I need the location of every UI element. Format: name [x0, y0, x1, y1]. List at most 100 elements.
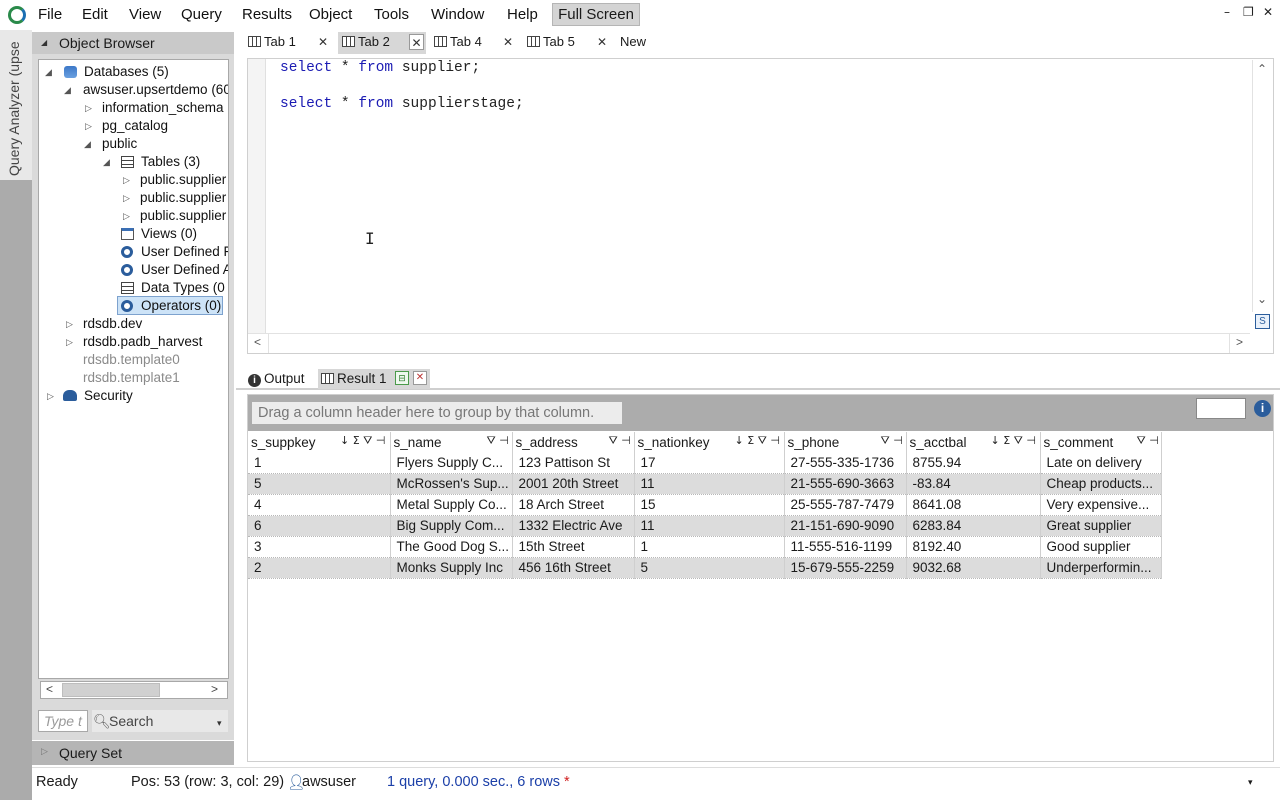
menu-edit[interactable]: Edit	[82, 6, 108, 23]
column-header-s-phone[interactable]: s_phone ⛛ ⊣	[784, 432, 907, 452]
close-window-icon[interactable]: ✕	[1263, 5, 1273, 19]
sort-sum-filter-pin-icons[interactable]: ↓ Σ ⛛ ⊣	[735, 434, 780, 448]
table-cell-s-suppkey[interactable]: 5	[248, 473, 391, 495]
close-tab-icon[interactable]: ✕	[409, 34, 424, 50]
tree-table-item[interactable]: public.supplier	[140, 189, 226, 207]
table-cell-s-comment[interactable]: Very expensive...	[1040, 494, 1162, 516]
table-cell-s-name[interactable]: The Good Dog S...	[390, 536, 513, 558]
filter-pin-icons[interactable]: ⛛ ⊣	[1137, 434, 1159, 448]
table-row[interactable]: 1 Flyers Supply C... 123 Pattison St 17 27-5…	[248, 452, 1162, 474]
menu-window[interactable]: Window	[431, 6, 484, 23]
menu-object[interactable]: Object	[309, 6, 352, 23]
expand-icon[interactable]: ▷	[41, 746, 48, 757]
sort-sum-filter-pin-icons[interactable]: ↓ Σ ⛛ ⊣	[991, 434, 1036, 448]
query-set-header[interactable]: ▷ Query Set	[32, 741, 234, 765]
table-cell-s-acctbal[interactable]: 9032.68	[906, 557, 1041, 579]
scrollbar-thumb[interactable]	[62, 683, 160, 697]
collapsed-triangle-icon[interactable]: ▷	[123, 207, 130, 225]
menu-results[interactable]: Results	[242, 6, 292, 23]
close-tab-icon[interactable]: ✕	[318, 32, 328, 52]
collapsed-triangle-icon[interactable]: ▷	[123, 189, 130, 207]
expanded-triangle-icon[interactable]: ◢	[84, 135, 91, 153]
dropdown-arrow-icon[interactable]: ▾	[217, 712, 222, 734]
column-header-s-suppkey[interactable]: s_suppkey ↓ Σ ⛛ ⊣	[248, 432, 391, 452]
tab-new[interactable]: New	[620, 32, 660, 54]
collapsed-triangle-icon[interactable]: ▷	[85, 99, 92, 117]
table-cell-s-address[interactable]: 18 Arch Street	[512, 494, 635, 516]
table-cell-s-suppkey[interactable]: 6	[248, 515, 391, 537]
grid-info-icon[interactable]: i	[1254, 400, 1271, 417]
column-header-s-nationkey[interactable]: s_nationkey ↓ Σ ⛛ ⊣	[634, 432, 785, 452]
table-cell-s-name[interactable]: McRossen's Sup...	[390, 473, 513, 495]
close-tab-icon[interactable]: ✕	[413, 371, 427, 385]
table-cell-s-address[interactable]: 456 16th Street	[512, 557, 635, 579]
restore-icon[interactable]: ❐	[1243, 5, 1254, 19]
menu-help[interactable]: Help	[507, 6, 538, 23]
menu-view[interactable]: View	[129, 6, 161, 23]
table-row[interactable]: 3 The Good Dog S... 15th Street 1 11-555-516…	[248, 536, 1162, 558]
table-cell-s-comment[interactable]: Underperformin...	[1040, 557, 1162, 579]
filter-pin-icons[interactable]: ⛛ ⊣	[487, 434, 509, 448]
collapsed-triangle-icon[interactable]: ▷	[123, 171, 130, 189]
table-row[interactable]: 4 Metal Supply Co... 18 Arch Street 15 25-55…	[248, 494, 1162, 516]
tree-awsuser-db[interactable]: awsuser.upsertdemo (60	[83, 81, 228, 99]
table-cell-s-nationkey[interactable]: 1	[634, 536, 785, 558]
tab-4[interactable]: Tab 4 ✕	[434, 32, 522, 54]
tree-pg-catalog[interactable]: pg_catalog	[102, 117, 168, 135]
collapsed-triangle-icon[interactable]: ▷	[47, 387, 54, 405]
column-header-s-comment[interactable]: s_comment ⛛ ⊣	[1040, 432, 1162, 452]
menu-file[interactable]: File	[38, 6, 62, 23]
table-cell-s-address[interactable]: 123 Pattison St	[512, 452, 635, 474]
table-cell-s-comment[interactable]: Cheap products...	[1040, 473, 1162, 495]
table-cell-s-suppkey[interactable]: 1	[248, 452, 391, 474]
menu-query[interactable]: Query	[181, 6, 222, 23]
tree-operators[interactable]: Operators (0)	[141, 297, 221, 315]
tab-5[interactable]: Tab 5 ✕	[527, 32, 615, 54]
table-cell-s-nationkey[interactable]: 15	[634, 494, 785, 516]
expanded-triangle-icon[interactable]: ◢	[103, 153, 110, 171]
table-cell-s-suppkey[interactable]: 3	[248, 536, 391, 558]
table-cell-s-address[interactable]: 15th Street	[512, 536, 635, 558]
editor-vertical-scrollbar[interactable]: ⌃ ⌄	[1252, 60, 1272, 312]
collapsed-triangle-icon[interactable]: ▷	[85, 117, 92, 135]
tab-result-1[interactable]: Result 1 ⊟ ✕	[318, 369, 430, 389]
tree-views[interactable]: Views (0)	[141, 225, 197, 243]
minimize-icon[interactable]: –	[1224, 5, 1230, 19]
table-cell-s-nationkey[interactable]: 11	[634, 473, 785, 495]
column-header-s-name[interactable]: s_name ⛛ ⊣	[390, 432, 513, 452]
object-search-button[interactable]: 🔍︎ Search ▾	[92, 710, 228, 732]
tab-2[interactable]: Tab 2 ✕	[338, 32, 426, 54]
table-cell-s-suppkey[interactable]: 4	[248, 494, 391, 516]
table-cell-s-nationkey[interactable]: 11	[634, 515, 785, 537]
scroll-right-icon[interactable]: >	[1236, 335, 1243, 349]
table-cell-s-address[interactable]: 1332 Electric Ave	[512, 515, 635, 537]
tree-rdsdb-template0[interactable]: rdsdb.template0	[83, 351, 180, 369]
column-header-s-address[interactable]: s_address ⛛ ⊣	[512, 432, 635, 452]
filter-pin-icons[interactable]: ⛛ ⊣	[881, 434, 903, 448]
object-browser-header[interactable]: ◢ Object Browser	[32, 32, 234, 54]
table-cell-s-phone[interactable]: 25-555-787-7479	[784, 494, 907, 516]
tree-table-item[interactable]: public.supplier	[140, 171, 226, 189]
scroll-left-icon[interactable]: <	[254, 335, 261, 349]
table-cell-s-phone[interactable]: 15-679-555-2259	[784, 557, 907, 579]
filter-pin-icons[interactable]: ⛛ ⊣	[609, 434, 631, 448]
table-cell-s-acctbal[interactable]: -83.84	[906, 473, 1041, 495]
sync-icon[interactable]: S	[1255, 314, 1270, 329]
sort-sum-filter-pin-icons[interactable]: ↓ Σ ⛛ ⊣	[340, 434, 385, 448]
tree-uda[interactable]: User Defined A	[141, 261, 228, 279]
table-cell-s-phone[interactable]: 11-555-516-1199	[784, 536, 907, 558]
tree-rdsdb-padb-harvest[interactable]: rdsdb.padb_harvest	[83, 333, 202, 351]
collapsed-triangle-icon[interactable]: ▷	[66, 333, 73, 351]
tree-table-item[interactable]: public.supplier	[140, 207, 226, 225]
table-cell-s-acctbal[interactable]: 8755.94	[906, 452, 1041, 474]
table-cell-s-phone[interactable]: 21-151-690-9090	[784, 515, 907, 537]
tree-information-schema[interactable]: information_schema	[102, 99, 224, 117]
table-cell-s-name[interactable]: Flyers Supply C...	[390, 452, 513, 474]
table-cell-s-name[interactable]: Monks Supply Inc	[390, 557, 513, 579]
expanded-triangle-icon[interactable]: ◢	[64, 81, 71, 99]
table-cell-s-comment[interactable]: Late on delivery	[1040, 452, 1162, 474]
table-cell-s-phone[interactable]: 27-555-335-1736	[784, 452, 907, 474]
tab-output[interactable]: i Output	[248, 369, 305, 389]
table-cell-s-comment[interactable]: Great supplier	[1040, 515, 1162, 537]
column-header-s-acctbal[interactable]: s_acctbal ↓ Σ ⛛ ⊣	[906, 432, 1041, 452]
